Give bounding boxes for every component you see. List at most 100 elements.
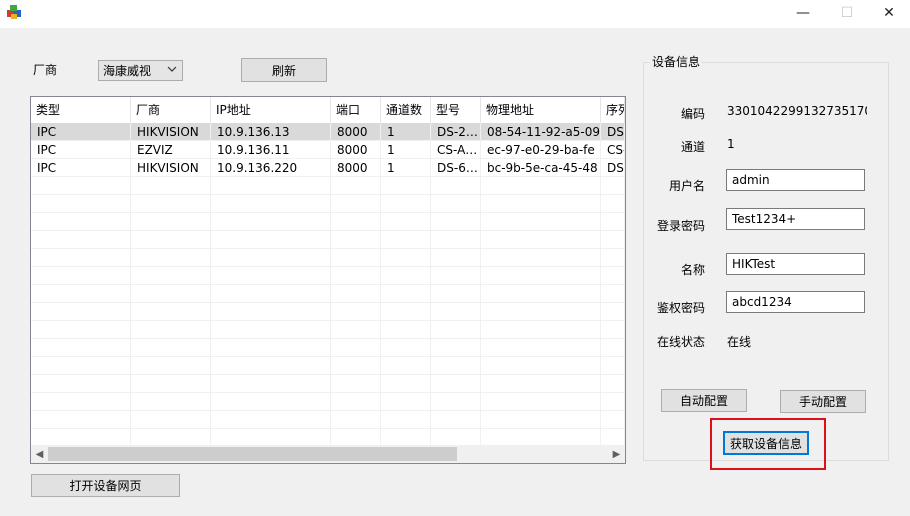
table-cell [431,429,481,445]
empty-row [31,249,625,267]
table-cell [31,195,131,212]
close-button[interactable]: ✕ [866,0,910,26]
table-cell [381,231,431,248]
table-cell [331,321,381,338]
serial-label: 编码 [681,107,706,121]
table-cell [381,393,431,410]
table-cell [331,303,381,320]
table-cell [601,357,625,374]
username-field[interactable]: admin [726,169,865,191]
table-row[interactable]: IPC EZVIZ 10.9.136.11 8000 1 CS-A… ec-97-e0-29… [31,141,625,159]
manual-config-button[interactable]: 手动配置 [780,390,866,413]
column-header[interactable]: IP地址 [211,97,331,123]
table-cell [131,357,211,374]
table-cell: 8000 [331,159,381,176]
table-cell: DS- [601,123,625,140]
column-header[interactable]: 类型 [31,97,131,123]
device-list[interactable]: 类型厂商IP地址端口通道数型号物理地址序列 IPCHIKVISION10.9.1… [30,96,626,464]
table-cell [211,285,331,302]
refresh-button[interactable]: 刷新 [241,58,327,82]
empty-row [31,285,625,303]
column-header[interactable]: 物理地址 [481,97,601,123]
table-cell [131,177,211,194]
table-cell: 10.9.136.11 [211,141,331,158]
table-cell [481,429,601,445]
table-cell [431,195,481,212]
empty-row [31,321,625,339]
scroll-left-icon[interactable]: ◀ [31,445,48,463]
table-cell [331,267,381,284]
table-cell [31,285,131,302]
table-cell: IPC [31,123,131,140]
column-header[interactable]: 型号 [431,97,481,123]
table-cell [31,429,131,445]
table-cell [431,393,481,410]
password-label: 登录密码 [657,219,706,233]
empty-row [31,177,625,195]
empty-row [31,429,625,445]
table-cell [601,375,625,392]
table-cell [431,231,481,248]
horizontal-scrollbar[interactable]: ◀ ▶ [31,445,625,463]
name-field[interactable]: HIKTest [726,253,865,275]
vendor-selected-value: 海康威视 [103,64,152,78]
auto-config-button[interactable]: 自动配置 [661,389,747,412]
table-cell [381,411,431,428]
vendor-label: 厂商 [33,63,58,77]
table-cell [211,213,331,230]
table-cell [211,339,331,356]
table-cell [211,249,331,266]
table-cell [31,411,131,428]
table-cell [481,303,601,320]
username-label: 用户名 [669,179,706,193]
table-cell [601,195,625,212]
table-cell [481,213,601,230]
table-cell [481,375,601,392]
app-icon [7,5,21,19]
table-cell [131,285,211,302]
scrollbar-thumb[interactable] [48,447,457,461]
table-cell [211,267,331,284]
table-cell [431,357,481,374]
table-cell [31,231,131,248]
table-cell [211,429,331,445]
column-header[interactable]: 厂商 [131,97,211,123]
table-cell: 1 [381,159,431,176]
table-cell [31,303,131,320]
minimize-button[interactable]: — [780,0,826,26]
column-header[interactable]: 序列 [601,97,625,123]
open-web-button[interactable]: 打开设备网页 [31,474,180,497]
status-value: 在线 [727,335,752,349]
table-cell [601,213,625,230]
table-cell: IPC [31,159,131,176]
table-cell [131,267,211,284]
table-cell: CS- [601,141,625,158]
auth-field[interactable]: abcd1234 [726,291,865,313]
table-cell: 8000 [331,123,381,140]
table-cell [601,321,625,338]
table-cell [601,267,625,284]
table-cell [31,375,131,392]
table-cell [131,303,211,320]
column-header[interactable]: 端口 [331,97,381,123]
table-cell [31,213,131,230]
table-cell [381,177,431,194]
column-header[interactable]: 通道数 [381,97,431,123]
table-cell: EZVIZ [131,141,211,158]
table-cell: 10.9.136.13 [211,123,331,140]
table-row[interactable]: IPC HIKVISION 10.9.136.13 8000 1 DS-2… 08-54-1… [31,123,625,141]
table-cell [431,375,481,392]
list-body: IPC HIKVISION 10.9.136.13 8000 1 DS-2… 08-54-1… [31,123,625,445]
maximize-button[interactable]: ☐ [824,0,870,26]
password-field[interactable]: Test1234+ [726,208,865,230]
table-cell: IPC [31,141,131,158]
table-cell [601,177,625,194]
scroll-right-icon[interactable]: ▶ [608,445,625,463]
empty-row [31,393,625,411]
channel-value: 1 [727,137,735,151]
vendor-select[interactable]: 海康威视 [98,60,183,81]
table-cell [331,429,381,445]
table-row[interactable]: IPC HIKVISION 10.9.136.220 8000 1 DS-6… bc-9b-… [31,159,625,177]
table-cell [331,285,381,302]
table-cell: bc-9b-5e-ca-45-48 [481,159,601,176]
